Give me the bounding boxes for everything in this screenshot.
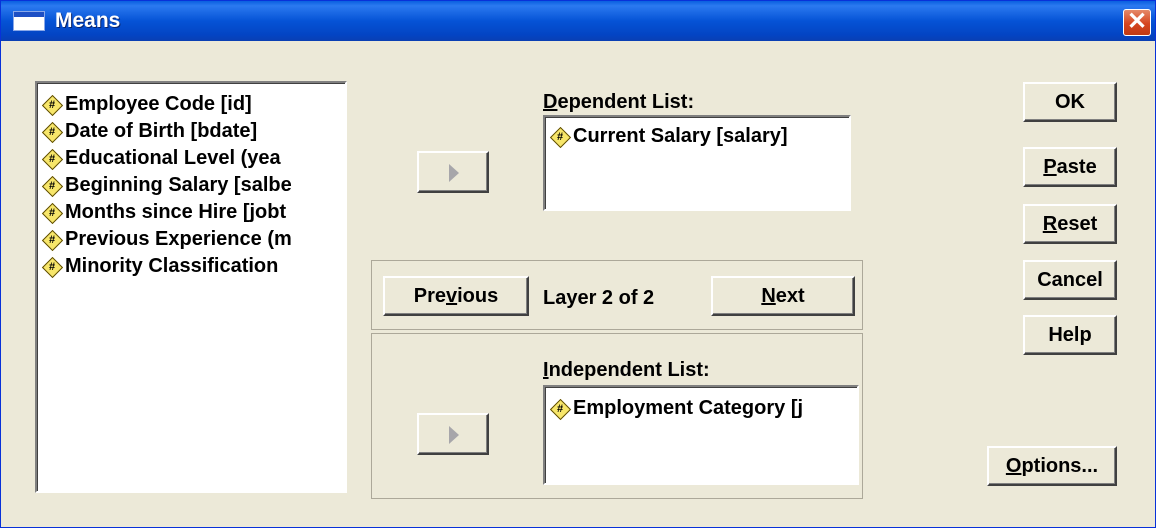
independent-list[interactable]: Employment Category [j bbox=[543, 385, 859, 485]
variable-label: Beginning Salary [salbe bbox=[65, 174, 292, 196]
paste-button[interactable]: Paste bbox=[1023, 147, 1117, 187]
list-item[interactable]: Date of Birth [bdate] bbox=[43, 118, 345, 145]
window-title: Means bbox=[55, 9, 121, 32]
variable-label: Employment Category [j bbox=[573, 397, 804, 419]
move-to-dependent-button[interactable] bbox=[417, 151, 489, 193]
scale-variable-icon bbox=[551, 400, 569, 418]
list-item[interactable]: Employment Category [j bbox=[551, 395, 857, 422]
title-bar[interactable]: Means ✕ bbox=[1, 1, 1155, 41]
variable-label: Minority Classification bbox=[65, 255, 279, 277]
options-button[interactable]: Options... bbox=[987, 446, 1117, 486]
list-item[interactable]: Minority Classification bbox=[43, 253, 345, 280]
scale-variable-icon bbox=[43, 96, 61, 114]
next-button[interactable]: Next bbox=[711, 276, 855, 316]
list-item[interactable]: Employee Code [id] bbox=[43, 91, 345, 118]
layer-indicator: Layer 2 of 2 bbox=[543, 287, 655, 309]
scale-variable-icon bbox=[43, 204, 61, 222]
list-item[interactable]: Educational Level (yea bbox=[43, 145, 345, 172]
scale-variable-icon bbox=[43, 123, 61, 141]
source-variable-list[interactable]: Employee Code [id] Date of Birth [bdate]… bbox=[35, 81, 347, 493]
variable-label: Previous Experience (m bbox=[65, 228, 292, 250]
dependent-list-label: Dependent List: bbox=[543, 91, 695, 113]
help-button[interactable]: Help bbox=[1023, 315, 1117, 355]
means-dialog: Means ✕ Employee Code [id] Date of Birth… bbox=[0, 0, 1156, 528]
ok-button[interactable]: OK bbox=[1023, 82, 1117, 122]
independent-list-label: Independent List: bbox=[543, 359, 710, 381]
scale-variable-icon bbox=[43, 150, 61, 168]
variable-label: Educational Level (yea bbox=[65, 147, 281, 169]
scale-variable-icon bbox=[43, 231, 61, 249]
cancel-button[interactable]: Cancel bbox=[1023, 260, 1117, 300]
variable-label: Months since Hire [jobt bbox=[65, 201, 287, 223]
reset-button[interactable]: Reset bbox=[1023, 204, 1117, 244]
list-item[interactable]: Previous Experience (m bbox=[43, 226, 345, 253]
variable-label: Date of Birth [bdate] bbox=[65, 120, 258, 142]
scale-variable-icon bbox=[551, 128, 569, 146]
scale-variable-icon bbox=[43, 177, 61, 195]
close-button[interactable]: ✕ bbox=[1123, 9, 1151, 36]
variable-label: Employee Code [id] bbox=[65, 93, 252, 115]
scale-variable-icon bbox=[43, 258, 61, 276]
window-icon bbox=[13, 11, 45, 31]
variable-label: Current Salary [salary] bbox=[573, 125, 788, 147]
move-to-independent-button[interactable] bbox=[417, 413, 489, 455]
list-item[interactable]: Beginning Salary [salbe bbox=[43, 172, 345, 199]
previous-button[interactable]: Previous bbox=[383, 276, 529, 316]
list-item[interactable]: Current Salary [salary] bbox=[551, 123, 849, 150]
dependent-list[interactable]: Current Salary [salary] bbox=[543, 115, 851, 211]
list-item[interactable]: Months since Hire [jobt bbox=[43, 199, 345, 226]
